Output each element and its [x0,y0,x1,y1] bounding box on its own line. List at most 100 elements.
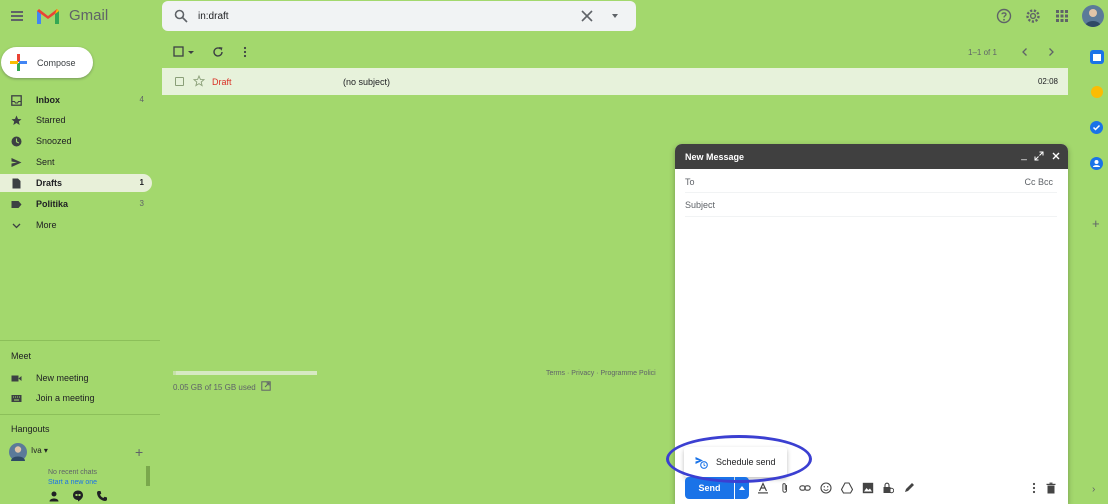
star-outline-icon[interactable] [193,75,205,87]
row-checkbox[interactable] [175,77,184,86]
compose-header[interactable]: New Message _ [675,144,1068,169]
sidebar-item-more[interactable]: More [0,216,152,234]
keep-app-icon[interactable] [1091,86,1103,98]
pagination-info: 1–1 of 1 [968,48,997,57]
google-drive-icon[interactable] [841,482,853,494]
chevron-right-icon[interactable]: › [1092,484,1095,495]
subject-input[interactable] [685,198,1055,212]
avatar-icon [11,446,25,461]
draft-icon [12,178,21,189]
close-icon[interactable] [580,9,594,23]
add-addon-icon[interactable]: + [1092,216,1100,231]
hangouts-user-avatar[interactable] [9,443,27,461]
calendar-glyph [1093,54,1101,61]
caret-down-icon[interactable] [187,46,195,58]
formatting-icon[interactable] [757,482,769,494]
to-label: To [685,177,695,187]
divider [0,340,160,341]
sidebar-item-label: Inbox [36,95,60,105]
trash-icon[interactable] [1045,482,1057,494]
attach-icon[interactable] [779,482,791,494]
minimize-icon[interactable]: _ [1019,151,1029,161]
select-all-checkbox-icon[interactable] [173,46,185,58]
draft-label: Draft [212,77,232,87]
signature-pen-icon[interactable] [903,482,915,494]
emoji-icon[interactable] [820,482,832,494]
more-vertical-icon[interactable] [239,46,251,58]
sidebar-item-snoozed[interactable]: Snoozed [0,132,152,150]
draft-count: 1 [139,178,144,187]
divider [0,414,160,415]
expand-icon[interactable] [1034,151,1044,161]
link-icon[interactable] [799,482,811,494]
footer-links[interactable]: Terms · Privacy · Programme Polici [546,370,656,377]
clock-icon [11,136,22,147]
no-chats-text: No recent chats [48,469,98,476]
main-menu-icon[interactable] [11,11,23,21]
hangouts-section-title: Hangouts [11,424,50,434]
recent-chats-list: No recent chats Start a new one [0,465,152,487]
close-icon[interactable] [1051,151,1061,161]
storage-usage-bar [173,371,317,375]
caret-down-icon[interactable] [610,11,620,21]
start-new-chat-link[interactable]: Start a new one [48,479,97,486]
inbox-icon [11,95,22,106]
apps-grid-icon[interactable] [1054,8,1070,24]
chevron-left-icon[interactable] [1019,46,1031,58]
storage-usage-text: 0.05 GB of 15 GB used [173,383,256,392]
cc-bcc-button[interactable]: Cc Bcc [1024,177,1053,187]
sidebar-item-label: More [36,220,57,230]
schedule-send-option[interactable]: Schedule send [684,447,787,477]
photo-icon[interactable] [862,482,874,494]
help-icon[interactable] [996,8,1012,24]
sidebar-item-label: Sent [36,157,55,167]
recipients-field[interactable]: To Cc Bcc [685,169,1057,193]
app-name: Gmail [69,7,109,24]
new-meeting-label: New meeting [36,373,89,383]
hangouts-user-label: Iva [31,446,42,455]
check-icon [1092,124,1101,131]
chats-scrollbar[interactable] [146,466,150,486]
hangouts-user-name[interactable]: Iva ▾ [31,446,48,455]
join-meeting-button[interactable]: Join a meeting [0,389,150,407]
refresh-icon[interactable] [212,46,224,58]
table-row[interactable]: Draft (no subject) 02:08 [162,68,1068,95]
email-subject: (no subject) [343,77,391,87]
unread-count: 4 [139,95,144,104]
confidential-mode-icon[interactable] [882,482,894,494]
gmail-logo-icon[interactable] [36,7,60,25]
unread-count: 3 [139,199,144,208]
search-bar[interactable] [162,1,636,31]
contacts-app-icon[interactable] [1090,157,1103,170]
sidebar-item-sent[interactable]: Sent [0,153,152,171]
message-body[interactable] [685,220,1057,440]
avatar-icon [1085,9,1101,27]
compose-title: New Message [685,152,745,162]
person-icon[interactable] [48,490,60,502]
sidebar-item-inbox[interactable]: Inbox 4 [0,91,152,109]
search-input[interactable] [198,7,578,25]
sidebar-item-drafts[interactable]: Drafts 1 [0,174,152,192]
compose-label: Compose [37,58,76,68]
sidebar-item-label: Snoozed [36,136,72,146]
new-meeting-button[interactable]: New meeting [0,369,150,387]
top-bar: Gmail [0,0,1108,33]
search-icon[interactable] [174,9,188,23]
add-chat-icon[interactable]: + [135,444,143,460]
more-vertical-icon[interactable] [1028,482,1040,494]
send-button[interactable]: Send [685,477,734,499]
account-avatar[interactable] [1082,5,1104,27]
send-options-button[interactable] [735,477,749,499]
external-link-icon[interactable] [261,381,271,391]
tasks-app-icon[interactable] [1090,121,1103,134]
hangouts-icon[interactable] [72,490,84,502]
sidebar-item-starred[interactable]: Starred [0,111,152,129]
phone-icon[interactable] [96,490,108,502]
schedule-send-icon [695,457,708,469]
chevron-right-icon[interactable] [1045,46,1057,58]
calendar-app-icon[interactable] [1090,50,1104,64]
label-icon [11,201,22,208]
sidebar-item-politika[interactable]: Politika 3 [0,195,152,213]
gear-icon[interactable] [1025,8,1041,24]
compose-button[interactable]: Compose [1,47,93,78]
